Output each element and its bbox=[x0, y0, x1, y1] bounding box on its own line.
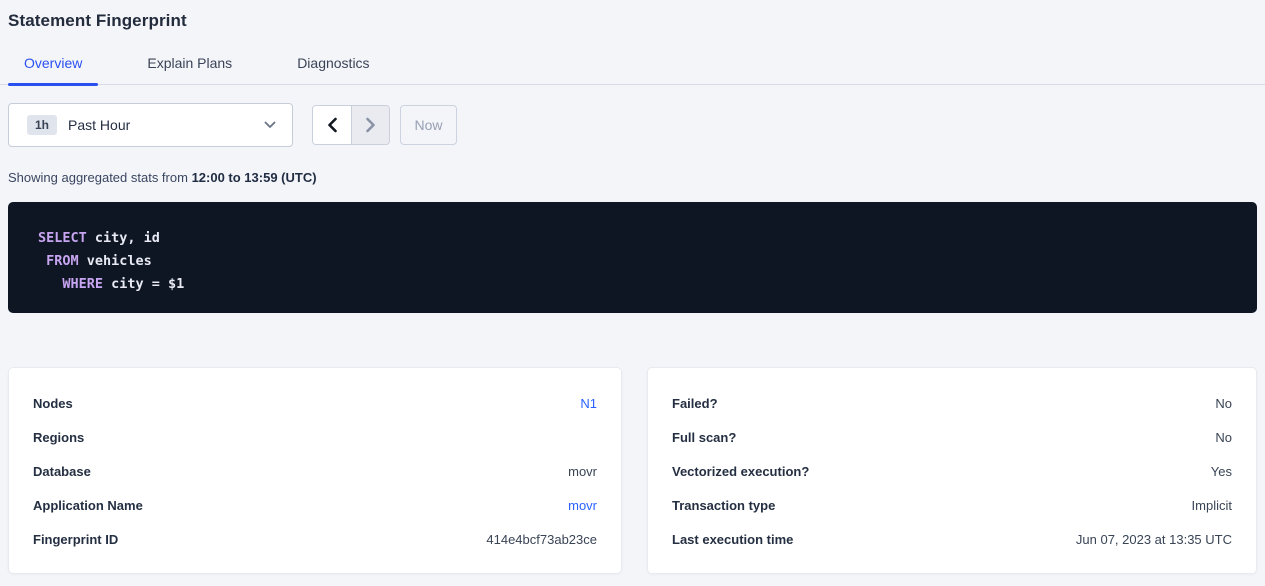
chevron-right-icon bbox=[365, 117, 376, 133]
tab-explain-plans[interactable]: Explain Plans bbox=[131, 55, 248, 84]
database-value: movr bbox=[568, 464, 597, 479]
sql-keyword: WHERE bbox=[62, 276, 103, 292]
last-execution-time-label: Last execution time bbox=[672, 532, 793, 547]
page-title: Statement Fingerprint bbox=[0, 0, 1265, 31]
nodes-value-link[interactable]: N1 bbox=[580, 396, 597, 411]
vectorized-execution-label: Vectorized execution? bbox=[672, 464, 809, 479]
statement-details-card: Nodes N1 Regions Database movr Applicati… bbox=[8, 367, 622, 574]
transaction-type-value: Implicit bbox=[1192, 498, 1232, 513]
previous-time-interval-button[interactable] bbox=[313, 106, 351, 144]
table-row: Failed? No bbox=[672, 386, 1232, 420]
sql-keyword: FROM bbox=[46, 253, 79, 269]
regions-label: Regions bbox=[33, 430, 84, 445]
tab-diagnostics[interactable]: Diagnostics bbox=[281, 55, 385, 84]
table-row: Transaction type Implicit bbox=[672, 488, 1232, 522]
time-range-label: Past Hour bbox=[68, 117, 264, 133]
last-execution-time-value: Jun 07, 2023 at 13:35 UTC bbox=[1076, 532, 1232, 547]
table-row: Database movr bbox=[33, 454, 597, 488]
sql-line: FROM vehicles bbox=[38, 250, 1241, 273]
chevron-left-icon bbox=[327, 117, 338, 133]
table-row: Nodes N1 bbox=[33, 386, 597, 420]
table-row: Application Name movr bbox=[33, 488, 597, 522]
transaction-type-label: Transaction type bbox=[672, 498, 775, 513]
sql-line: SELECT city, id bbox=[38, 227, 1241, 250]
table-row: Fingerprint ID 414e4bcf73ab23ce bbox=[33, 522, 597, 556]
table-row: Vectorized execution? Yes bbox=[672, 454, 1232, 488]
database-label: Database bbox=[33, 464, 91, 479]
table-row: Regions bbox=[33, 420, 597, 454]
time-controls: 1h Past Hour Now bbox=[8, 103, 1257, 147]
execution-attributes-card: Failed? No Full scan? No Vectorized exec… bbox=[647, 367, 1257, 574]
application-name-label: Application Name bbox=[33, 498, 143, 513]
table-row: Last execution time Jun 07, 2023 at 13:3… bbox=[672, 522, 1232, 556]
time-range-dropdown[interactable]: 1h Past Hour bbox=[8, 103, 293, 147]
table-row: Full scan? No bbox=[672, 420, 1232, 454]
fingerprint-id-label: Fingerprint ID bbox=[33, 532, 118, 547]
tab-bar: Overview Explain Plans Diagnostics bbox=[0, 55, 1265, 85]
now-button[interactable]: Now bbox=[400, 105, 457, 145]
sql-statement-box: SELECT city, id FROM vehicles WHERE city… bbox=[8, 202, 1257, 313]
statement-fingerprint-page: Statement Fingerprint Overview Explain P… bbox=[0, 0, 1265, 574]
full-scan-label: Full scan? bbox=[672, 430, 736, 445]
time-step-buttons bbox=[312, 105, 390, 145]
full-scan-value: No bbox=[1215, 430, 1232, 445]
failed-value: No bbox=[1215, 396, 1232, 411]
time-range-badge: 1h bbox=[27, 115, 57, 135]
tab-overview[interactable]: Overview bbox=[8, 55, 98, 84]
nodes-label: Nodes bbox=[33, 396, 73, 411]
application-name-value-link[interactable]: movr bbox=[568, 498, 597, 513]
stats-time-range: 12:00 to 13:59 (UTC) bbox=[192, 170, 317, 185]
sql-keyword: SELECT bbox=[38, 230, 87, 246]
next-time-interval-button[interactable] bbox=[351, 106, 389, 144]
summary-cards: Nodes N1 Regions Database movr Applicati… bbox=[8, 367, 1257, 574]
failed-label: Failed? bbox=[672, 396, 718, 411]
sql-line: WHERE city = $1 bbox=[38, 273, 1241, 296]
fingerprint-id-value: 414e4bcf73ab23ce bbox=[486, 532, 597, 547]
stats-prefix: Showing aggregated stats from bbox=[8, 170, 192, 185]
aggregated-stats-summary: Showing aggregated stats from 12:00 to 1… bbox=[8, 170, 1257, 185]
vectorized-execution-value: Yes bbox=[1211, 464, 1232, 479]
chevron-down-icon bbox=[264, 121, 276, 129]
